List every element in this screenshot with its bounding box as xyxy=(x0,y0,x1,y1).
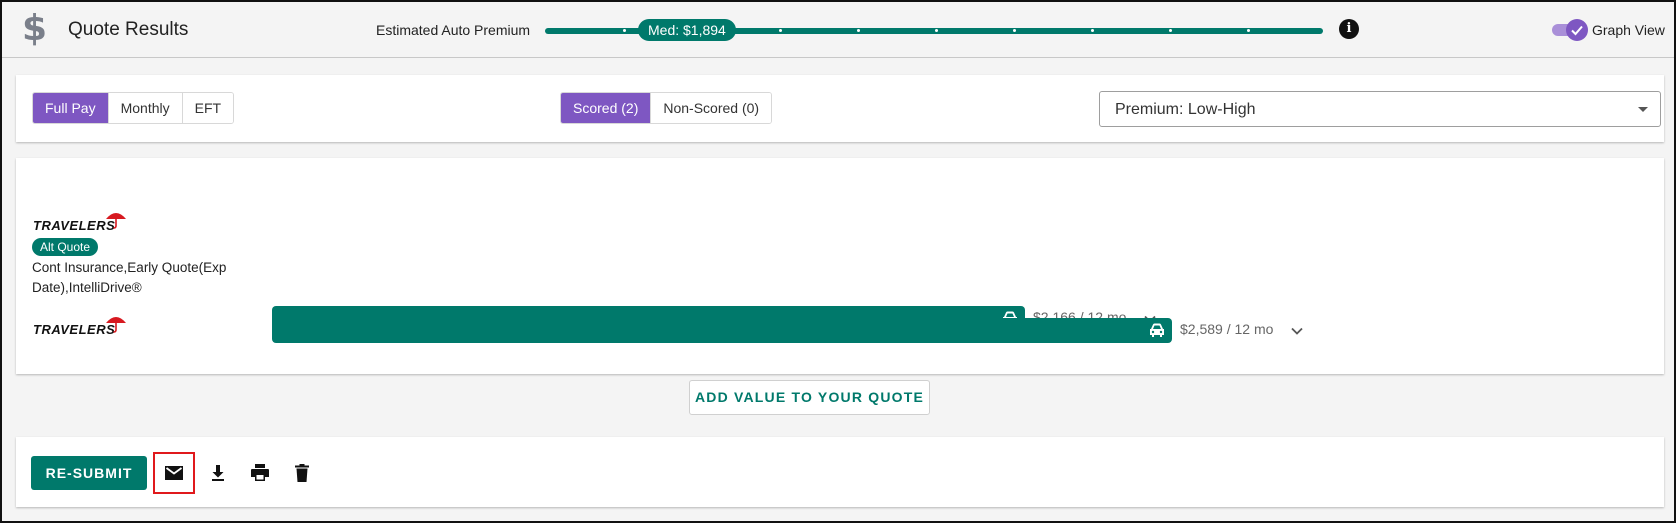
filter-panel: Full Pay Monthly EFT Scored (2) Non-Scor… xyxy=(16,75,1664,142)
page-title: Quote Results xyxy=(68,19,189,40)
non-scored-button[interactable]: Non-Scored (0) xyxy=(651,93,772,123)
chevron-down-icon xyxy=(1638,107,1648,112)
slider-tick xyxy=(857,29,860,32)
alt-quote-badge: Alt Quote xyxy=(32,238,99,256)
download-icon[interactable] xyxy=(204,459,232,487)
car-icon xyxy=(1150,323,1164,337)
header-bar: $ Quote Results Estimated Auto Premium M… xyxy=(2,2,1674,58)
scored-button[interactable]: Scored (2) xyxy=(561,93,652,123)
monthly-button[interactable]: Monthly xyxy=(108,93,183,123)
premium-bar[interactable] xyxy=(272,318,1172,343)
print-icon[interactable] xyxy=(246,459,274,487)
sort-select-value: Premium: Low-High xyxy=(1115,101,1256,118)
add-value-button[interactable]: ADD VALUE TO YOUR QUOTE xyxy=(689,380,930,415)
slider-tick xyxy=(1013,29,1016,32)
umbrella-icon xyxy=(106,213,126,229)
graph-view-toggle[interactable] xyxy=(1552,19,1588,41)
score-filter-group: Scored (2) Non-Scored (0) xyxy=(560,92,773,124)
chevron-down-icon[interactable] xyxy=(1290,324,1304,338)
info-icon[interactable]: i xyxy=(1339,19,1359,39)
quote-results-panel: TRAVELERS Alt Quote Cont Insurance,Early… xyxy=(16,158,1664,374)
action-bar: RE-SUBMIT xyxy=(16,437,1664,507)
travelers-logo: TRAVELERS xyxy=(33,317,126,337)
resubmit-button[interactable]: RE-SUBMIT xyxy=(31,456,147,490)
quote-price: $2,589 / 12 mo xyxy=(1180,321,1274,337)
pay-option-group: Full Pay Monthly EFT xyxy=(32,92,235,124)
carrier-name: TRAVELERS xyxy=(33,322,116,337)
full-pay-button[interactable]: Full Pay xyxy=(33,93,109,123)
premium-label: Estimated Auto Premium xyxy=(376,22,531,38)
mail-icon[interactable] xyxy=(160,459,188,487)
slider-tick xyxy=(1247,29,1250,32)
check-icon xyxy=(1571,25,1583,36)
median-premium-badge: Med: $1,894 xyxy=(638,19,736,41)
graph-view-label: Graph View xyxy=(1592,22,1665,38)
dollar-icon: $ xyxy=(22,8,48,49)
slider-tick xyxy=(1169,29,1172,32)
travelers-logo: TRAVELERS xyxy=(33,213,126,233)
slider-tick xyxy=(623,29,626,32)
eft-button[interactable]: EFT xyxy=(182,93,234,123)
toggle-knob xyxy=(1566,19,1588,41)
slider-tick xyxy=(1091,29,1094,32)
delete-icon[interactable] xyxy=(288,459,316,487)
umbrella-icon xyxy=(106,317,126,333)
slider-tick xyxy=(779,29,782,32)
carrier-name: TRAVELERS xyxy=(33,218,116,233)
slider-tick xyxy=(935,29,938,32)
quote-description: Cont Insurance,Early Quote(Exp Date),Int… xyxy=(32,260,227,295)
sort-select[interactable]: Premium: Low-High xyxy=(1099,91,1661,127)
